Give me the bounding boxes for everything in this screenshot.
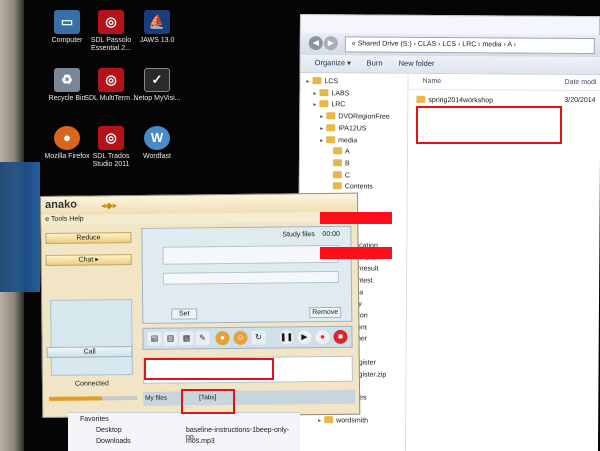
explorer-toolbar: Organize ▾ Burn New folder xyxy=(300,55,600,76)
sanako-window: anako ◂◆▸ e Tools Help Reduce Chat ▸ Cal… xyxy=(40,192,361,418)
folder-icon xyxy=(324,416,334,424)
folder-icon xyxy=(332,170,342,178)
folder-icon xyxy=(416,95,426,103)
column-header: Name Date modi xyxy=(408,73,600,92)
stop-icon[interactable]: ■ xyxy=(333,329,348,344)
record-model-icon[interactable]: ● xyxy=(215,331,230,346)
folder-icon xyxy=(332,159,342,167)
file-mos[interactable]: mos.mp3 xyxy=(186,438,215,445)
jaws-icon: ⛵ xyxy=(144,10,170,34)
folder-icon xyxy=(326,112,336,120)
downloads-link[interactable]: Downloads xyxy=(96,438,131,445)
tab-my-files[interactable]: My files xyxy=(145,395,167,402)
folder-open-icon[interactable]: ▥ xyxy=(163,331,178,346)
edit-icon[interactable]: ✎ xyxy=(195,331,210,346)
sdl-passolo-icon: ◎ xyxy=(98,10,124,34)
second-monitor-glare xyxy=(0,162,40,292)
sanako-left-panel: Reduce Chat ▸ Call Connected xyxy=(45,230,141,407)
reduce-button[interactable]: Reduce xyxy=(45,232,132,244)
connection-status: Connected xyxy=(74,380,109,388)
tree-item[interactable]: ▸ wordsmith xyxy=(318,416,368,426)
set-button[interactable]: Set xyxy=(171,308,198,320)
favorites-label[interactable]: Favorites xyxy=(80,416,109,423)
new-folder-button[interactable]: New folder xyxy=(399,59,435,68)
tree-item[interactable]: B xyxy=(327,159,350,169)
time-display: 00:00 xyxy=(322,230,340,239)
desktop-icon-jaws[interactable]: ⛵ JAWS 13.0 xyxy=(128,10,186,45)
study-files-label: Study files xyxy=(282,231,315,239)
play-icon[interactable]: ▶ xyxy=(297,330,312,345)
column-name[interactable]: Name xyxy=(423,78,442,85)
photo-frame: ▭ Computer ◎ SDL Passolo Essential 2... … xyxy=(0,0,600,451)
folder-icon xyxy=(332,182,342,190)
sanako-info-panel xyxy=(50,299,133,376)
pause-icon[interactable]: ❚❚ xyxy=(279,330,294,345)
desktop-icon-netop[interactable]: ✓ Netop MyVisi... xyxy=(128,68,186,103)
headset-icon[interactable]: ☺ xyxy=(233,330,248,345)
nav-buttons: ◀ ▶ xyxy=(308,36,339,52)
netop-icon: ✓ xyxy=(144,68,170,92)
bottom-explorer-pane: Favorites Desktop Downloads baseline-ins… xyxy=(68,412,300,451)
sanako-logo: anako xyxy=(45,198,77,211)
tree-item[interactable]: ▸ DVDRegionFree xyxy=(320,112,390,122)
desktop-link[interactable]: Desktop xyxy=(96,427,122,434)
sanako-tab-bar: My files [Tabs] xyxy=(143,389,356,406)
back-icon[interactable]: ◀ xyxy=(308,36,323,51)
sdl-trados-icon: ◎ xyxy=(98,126,124,150)
volume-fill xyxy=(49,396,102,401)
sdl-multiterm-icon: ◎ xyxy=(98,68,124,92)
sanako-menubar[interactable]: e Tools Help xyxy=(41,211,360,225)
remove-button[interactable]: Remove xyxy=(309,306,342,319)
recycle-bin-icon: ♻ xyxy=(54,68,80,92)
folder-icon xyxy=(326,135,336,143)
call-button[interactable]: Call xyxy=(46,346,133,358)
organize-button[interactable]: Organize ▾ xyxy=(315,58,351,67)
tree-item[interactable]: ▸ IPA12US xyxy=(320,123,367,134)
save-icon[interactable]: ▦ xyxy=(179,331,194,346)
address-path[interactable]: « Shared Drive (S:) › CLAS › LCS › LRC ›… xyxy=(344,36,595,55)
tree-item[interactable]: ▸ media xyxy=(320,135,357,146)
column-date[interactable]: Date modi xyxy=(565,79,597,86)
burn-button[interactable]: Burn xyxy=(367,58,383,67)
record-icon[interactable]: ● xyxy=(315,329,330,345)
computer-icon: ▭ xyxy=(54,10,80,34)
tree-item[interactable]: ▸ LRC xyxy=(313,100,345,110)
file-icon[interactable]: ▤ xyxy=(147,331,162,346)
chat-button[interactable]: Chat ▸ xyxy=(45,254,132,266)
forward-icon[interactable]: ▶ xyxy=(323,36,338,51)
tree-item[interactable]: ▸ LCS xyxy=(306,77,338,87)
track-waveform[interactable] xyxy=(162,244,339,265)
firefox-icon: ● xyxy=(54,126,80,150)
highlight-box-playlist xyxy=(144,358,274,380)
file-row[interactable]: spring2014workshop 3/20/2014 xyxy=(416,95,600,105)
study-area: Study files 00:00 Set Remove xyxy=(141,225,353,324)
folder-icon xyxy=(326,123,336,132)
wordfast-icon: W xyxy=(144,126,170,150)
folder-icon xyxy=(319,100,329,108)
sanako-wave-icon: ◂◆▸ xyxy=(101,200,118,211)
folder-icon xyxy=(319,88,329,96)
desktop-icon-wordfast[interactable]: W Wordfast xyxy=(128,126,186,161)
tree-item[interactable]: Contents xyxy=(327,182,373,192)
track-progress[interactable] xyxy=(162,270,339,285)
volume-slider[interactable] xyxy=(49,395,138,401)
tree-item[interactable]: A xyxy=(327,147,350,157)
redaction-bar-2 xyxy=(320,247,392,259)
playback-controls: ▤ ▥ ▦ ✎ ● ☺ ↻ ❚❚ ▶ ● ■ xyxy=(142,325,353,350)
highlight-box-files xyxy=(416,106,562,144)
highlight-box-tab xyxy=(181,389,235,414)
redaction-bar-1 xyxy=(320,212,392,224)
folder-icon xyxy=(312,77,322,85)
cycle-icon[interactable]: ↻ xyxy=(251,330,266,345)
folder-icon xyxy=(333,147,343,155)
tree-item[interactable]: ▸ LABS xyxy=(313,88,349,99)
address-bar-area: ◀ ▶ « Shared Drive (S:) › CLAS › LCS › LR… xyxy=(300,33,600,58)
tree-item[interactable]: C xyxy=(327,170,350,181)
